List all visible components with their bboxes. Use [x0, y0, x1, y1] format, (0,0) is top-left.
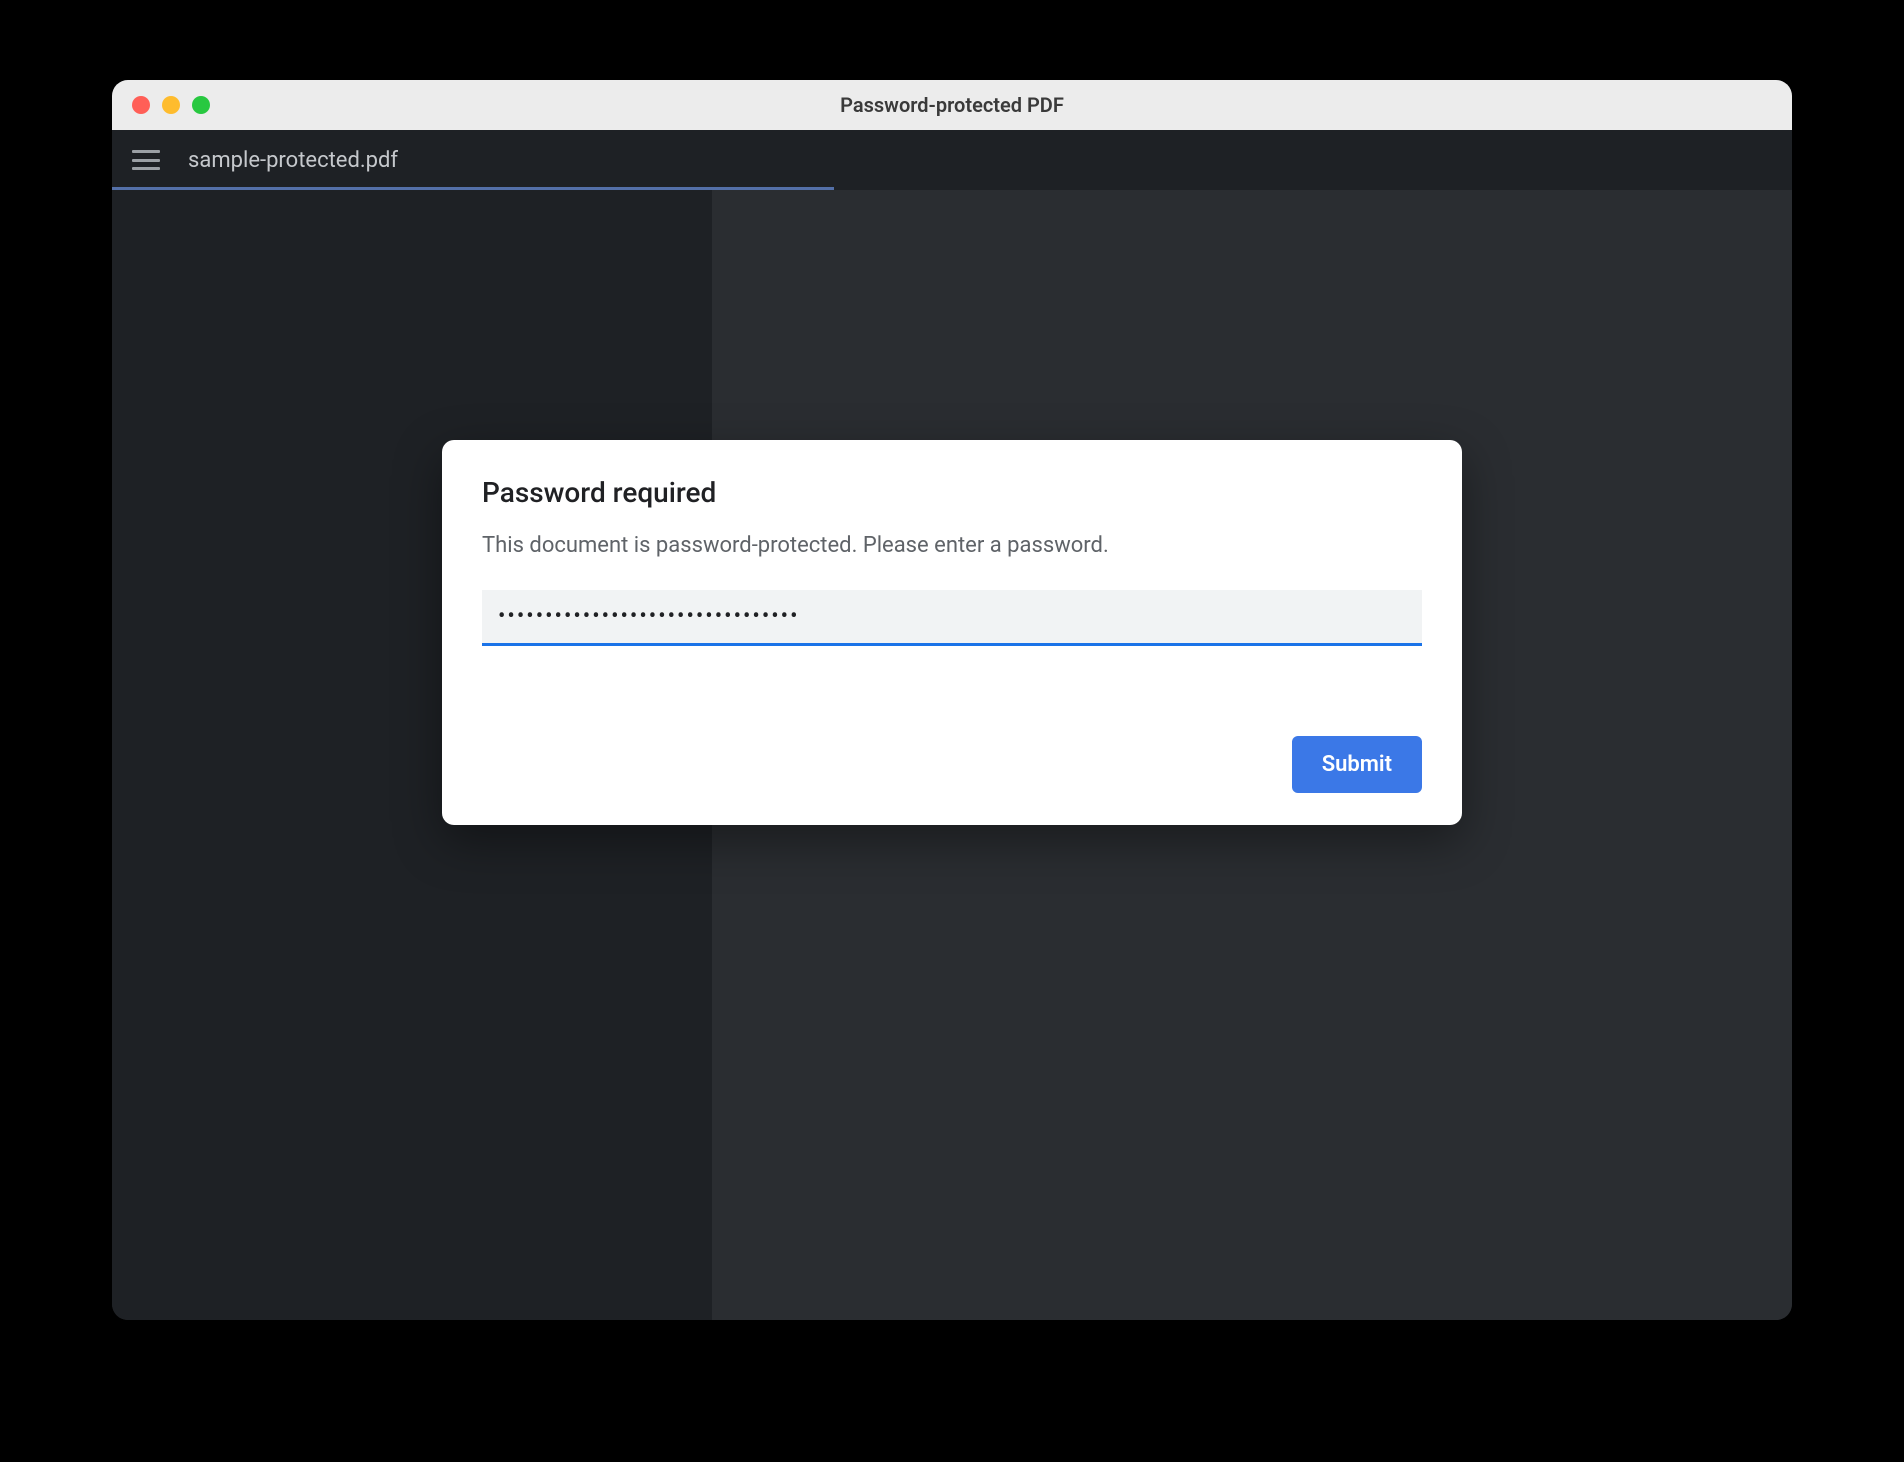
password-input[interactable]	[482, 590, 1422, 646]
dialog-actions: Submit	[482, 736, 1422, 793]
menu-icon[interactable]	[132, 150, 160, 170]
dialog-message: This document is password-protected. Ple…	[482, 533, 1422, 558]
submit-button[interactable]: Submit	[1292, 736, 1422, 793]
window-maximize-button[interactable]	[192, 96, 210, 114]
window-titlebar: Password-protected PDF	[112, 80, 1792, 130]
content-area: Password required This document is passw…	[112, 190, 1792, 1320]
password-dialog: Password required This document is passw…	[442, 440, 1462, 825]
traffic-lights	[112, 96, 210, 114]
window-close-button[interactable]	[132, 96, 150, 114]
window-minimize-button[interactable]	[162, 96, 180, 114]
window-title: Password-protected PDF	[112, 93, 1792, 117]
dialog-title: Password required	[482, 476, 1422, 509]
pdf-toolbar: sample-protected.pdf	[112, 130, 1792, 190]
document-filename: sample-protected.pdf	[188, 148, 398, 173]
modal-overlay: Password required This document is passw…	[112, 190, 1792, 1320]
app-window: Password-protected PDF sample-protected.…	[112, 80, 1792, 1320]
